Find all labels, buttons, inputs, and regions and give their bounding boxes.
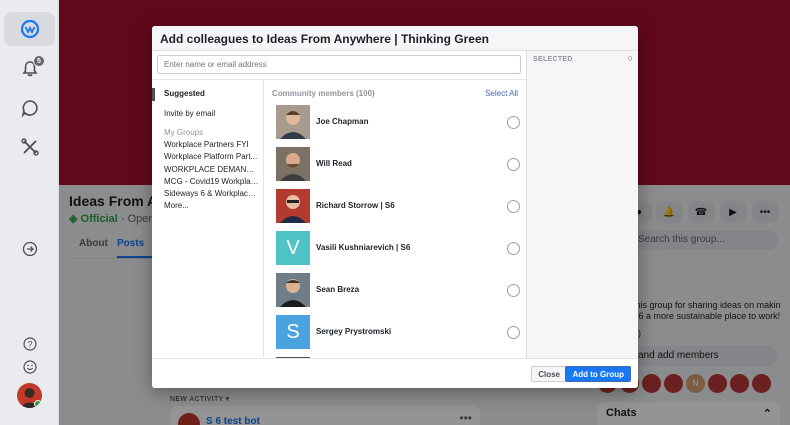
member-select-radio[interactable] xyxy=(507,200,520,213)
member-select-radio[interactable] xyxy=(507,284,520,297)
member-name: Vasili Kushniarevich | S6 xyxy=(316,243,411,252)
member-select-radio[interactable] xyxy=(507,326,520,339)
member-row[interactable]: V Vasili Kushniarevich | S6 xyxy=(276,231,520,267)
member-name: Richard Storrow | S6 xyxy=(316,201,395,210)
nav-suggested[interactable]: Suggested xyxy=(164,89,260,98)
picker-pane: Suggested Invite by email My Groups Work… xyxy=(152,51,526,358)
select-all-link[interactable]: Select All xyxy=(485,89,518,98)
member-photo xyxy=(276,273,310,307)
nav-group[interactable]: WORKPLACE DEMAND G... xyxy=(164,165,260,174)
member-name: Sergey Prystromski xyxy=(316,327,392,336)
name-email-search-input[interactable] xyxy=(157,55,521,74)
add-to-group-button[interactable]: Add to Group xyxy=(565,366,631,382)
selected-count: 0 xyxy=(628,56,632,63)
my-groups-heading: My Groups xyxy=(164,128,204,137)
notification-badge: 5 xyxy=(33,55,45,67)
member-row[interactable]: Will Read xyxy=(276,147,520,183)
close-button[interactable]: Close xyxy=(531,366,567,382)
member-row[interactable]: Joe Chapman xyxy=(276,105,520,141)
dialog-title: Add colleagues to Ideas From Anywhere | … xyxy=(152,26,638,51)
user-avatar[interactable] xyxy=(17,383,42,408)
workplace-logo-icon[interactable] xyxy=(4,12,55,46)
member-initial-avatar: S xyxy=(276,315,310,349)
member-select-radio[interactable] xyxy=(507,242,520,255)
smiley-icon[interactable] xyxy=(4,350,55,384)
nav-invite-by-email[interactable]: Invite by email xyxy=(164,109,260,118)
source-nav: Suggested Invite by email My Groups Work… xyxy=(152,80,264,358)
nav-group[interactable]: MCG - Covid19 Workplac... xyxy=(164,177,260,186)
member-row[interactable]: Richard Storrow | S6 xyxy=(276,189,520,225)
selected-pane: SELECTED 0 xyxy=(526,51,638,358)
member-name: Joe Chapman xyxy=(316,117,369,126)
online-status-dot xyxy=(34,400,42,408)
add-colleagues-dialog: Add colleagues to Ideas From Anywhere | … xyxy=(152,26,638,388)
member-photo xyxy=(276,147,310,181)
members-label: Community members (100) xyxy=(272,89,375,98)
member-name: Sean Breza xyxy=(316,285,360,294)
active-indicator xyxy=(152,88,155,101)
dialog-footer: Close Add to Group xyxy=(152,358,638,388)
tools-icon[interactable] xyxy=(4,130,55,164)
nav-group[interactable]: Workplace Partners FYI xyxy=(164,140,260,149)
member-row[interactable]: Sean Breza xyxy=(276,273,520,309)
chat-bubble-icon[interactable] xyxy=(4,91,55,125)
collapse-arrow-icon[interactable] xyxy=(4,232,55,266)
member-name: Will Read xyxy=(316,159,352,168)
left-rail: 5 ? xyxy=(0,0,59,425)
member-select-radio[interactable] xyxy=(507,158,520,171)
selected-label: SELECTED xyxy=(533,56,573,63)
notifications-icon[interactable]: 5 xyxy=(4,52,55,86)
nav-group[interactable]: Workplace Platform Part... xyxy=(164,152,260,161)
member-row[interactable]: S Sergey Prystromski xyxy=(276,315,520,351)
svg-text:?: ? xyxy=(27,340,32,350)
members-list: Community members (100) Select All Joe C… xyxy=(264,80,526,358)
nav-group[interactable]: Sideways 6 & Workplace ... xyxy=(164,189,260,198)
member-initial-avatar: V xyxy=(276,231,310,265)
member-select-radio[interactable] xyxy=(507,116,520,129)
nav-more-groups[interactable]: More... xyxy=(164,201,260,210)
member-photo xyxy=(276,189,310,223)
member-photo xyxy=(276,105,310,139)
